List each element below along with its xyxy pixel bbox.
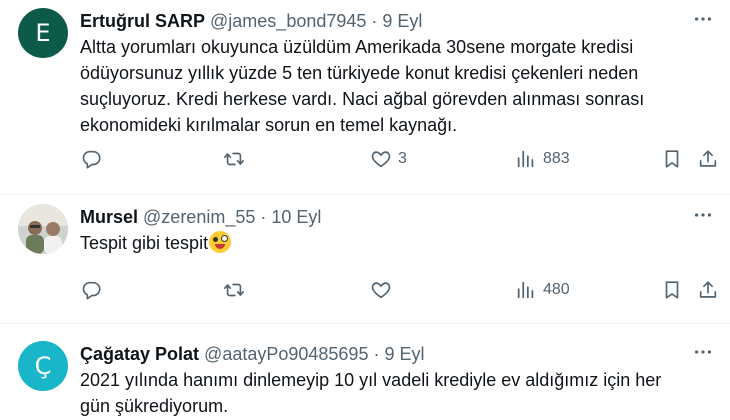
like-button[interactable]: 3: [370, 146, 407, 172]
avatar[interactable]: Ç: [18, 341, 68, 391]
avatar-letter: Ç: [34, 352, 52, 380]
like-count: 3: [398, 150, 407, 167]
tweet-text-line: 2021 yılında hanımı dinlemeyip 10 yıl va…: [80, 370, 662, 390]
author-name[interactable]: Çağatay Polat: [80, 341, 199, 367]
bookmark-icon: [661, 279, 683, 301]
separator: ·: [260, 207, 267, 227]
like-button[interactable]: [370, 277, 392, 303]
author-handle[interactable]: @james_bond7945: [210, 8, 366, 34]
tweet-date[interactable]: 9 Eyl: [382, 8, 422, 34]
retweet-icon: [223, 279, 245, 301]
tweet[interactable]: E Ertuğrul SARP @james_bond7945 · 9 Eyl …: [0, 0, 730, 195]
avatar-letter: E: [35, 19, 51, 47]
share-icon: [697, 148, 719, 170]
heart-icon: [370, 148, 392, 170]
action-bar: 3 883: [0, 146, 730, 172]
bookmark-icon: [661, 148, 683, 170]
author-handle[interactable]: @zerenim_55: [143, 204, 255, 230]
views-icon: [515, 148, 537, 170]
separator: ·: [373, 344, 380, 364]
more-icon[interactable]: [692, 204, 714, 226]
tweet-body: Mursel @zerenim_55 · 10 Eyl Tespit gibi …: [80, 204, 716, 256]
tweet-text: Altta yorumları okuyunca üzüldüm Amerika…: [80, 34, 716, 138]
avatar[interactable]: [18, 204, 68, 254]
reply-icon: [80, 148, 102, 170]
avatar[interactable]: E: [18, 8, 68, 58]
separator: ·: [371, 11, 378, 31]
author-name[interactable]: Mursel: [80, 204, 138, 230]
zany-face-emoji: [209, 231, 232, 253]
tweet[interactable]: Ç Çağatay Polat @aatayPo90485695 · 9 Eyl…: [0, 324, 730, 420]
views-button[interactable]: 883: [515, 146, 570, 172]
more-icon[interactable]: [692, 341, 714, 363]
views-button[interactable]: 480: [515, 277, 570, 303]
view-count: 480: [543, 281, 570, 298]
tweet-header: Ertuğrul SARP @james_bond7945 · 9 Eyl: [80, 8, 716, 34]
tweet-text-line: ödüyorsunuz yıllık yüzde 5 ten türkiyede…: [80, 63, 639, 83]
tweet-text-line: gün şükrediyorum.: [80, 396, 229, 416]
share-button[interactable]: [697, 146, 719, 172]
action-bar: 480: [0, 277, 730, 303]
photo-avatar-icon: [18, 204, 68, 254]
tweet-text: Tespit gibi tespit: [80, 230, 716, 256]
reply-icon: [80, 279, 102, 301]
tweet-text: 2021 yılında hanımı dinlemeyip 10 yıl va…: [80, 367, 716, 419]
heart-icon: [370, 279, 392, 301]
share-button[interactable]: [697, 277, 719, 303]
reply-button[interactable]: [80, 146, 102, 172]
reply-button[interactable]: [80, 277, 102, 303]
tweet-date[interactable]: 10 Eyl: [271, 204, 321, 230]
retweet-icon: [223, 148, 245, 170]
tweet-text-line: Altta yorumları okuyunca üzüldüm Amerika…: [80, 37, 634, 57]
tweet-text-line: ekonomideki kırılmalar sorun en temel ka…: [80, 115, 458, 135]
bookmark-button[interactable]: [661, 146, 683, 172]
views-icon: [515, 279, 537, 301]
author-handle[interactable]: @aatayPo90485695: [204, 341, 368, 367]
more-icon[interactable]: [692, 8, 714, 30]
author-name[interactable]: Ertuğrul SARP: [80, 8, 205, 34]
tweet-text-line: Tespit gibi tespit: [80, 233, 209, 253]
tweet-body: Ertuğrul SARP @james_bond7945 · 9 Eyl Al…: [80, 8, 716, 138]
retweet-button[interactable]: [223, 277, 245, 303]
share-icon: [697, 279, 719, 301]
tweet-header: Çağatay Polat @aatayPo90485695 · 9 Eyl: [80, 341, 716, 367]
tweet-text-line: suçluyoruz. Kredi herkese vardı. Naci ağ…: [80, 89, 645, 109]
tweet-header: Mursel @zerenim_55 · 10 Eyl: [80, 204, 716, 230]
tweet[interactable]: Mursel @zerenim_55 · 10 Eyl Tespit gibi …: [0, 195, 730, 324]
bookmark-button[interactable]: [661, 277, 683, 303]
tweet-body: Çağatay Polat @aatayPo90485695 · 9 Eyl 2…: [80, 341, 716, 419]
view-count: 883: [543, 150, 570, 167]
tweet-date[interactable]: 9 Eyl: [384, 341, 424, 367]
retweet-button[interactable]: [223, 146, 245, 172]
